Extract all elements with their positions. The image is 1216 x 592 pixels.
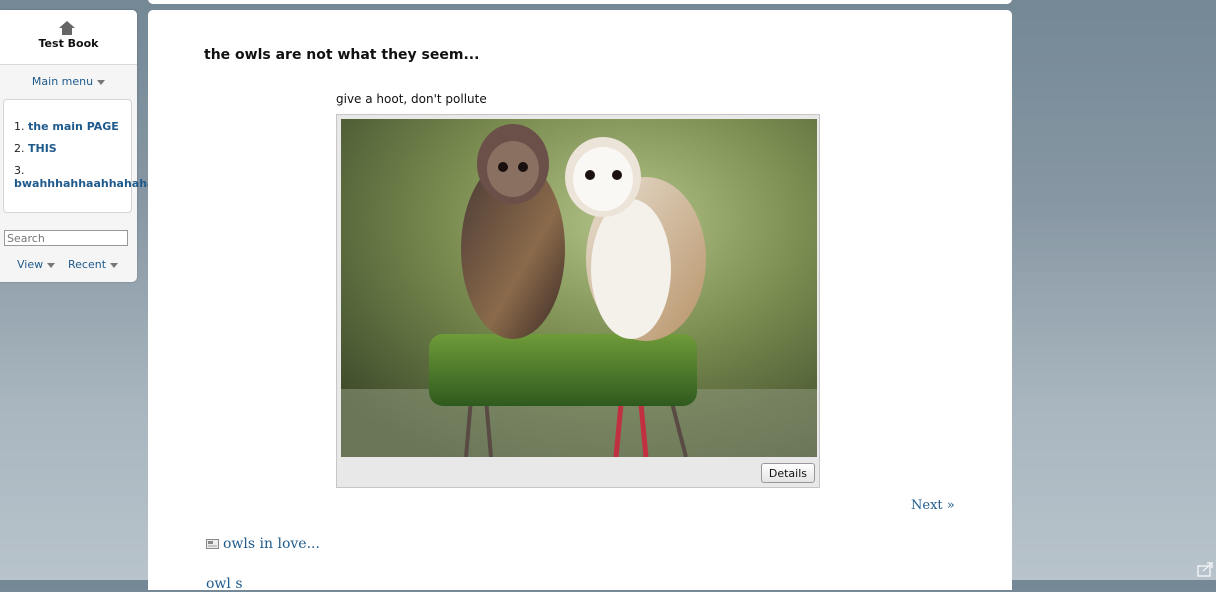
next-page-link[interactable]: Next »: [911, 498, 955, 513]
recent-menu-button[interactable]: Recent: [68, 258, 119, 271]
owl-photo[interactable]: [341, 119, 817, 457]
share-icon[interactable]: [1197, 561, 1215, 577]
sidebar: Test Book Main menu 1. the main PAGE 2. …: [0, 10, 154, 282]
chevron-down-icon: [110, 262, 119, 268]
page-title: the owls are not what they seem...: [204, 47, 480, 63]
details-button[interactable]: Details: [760, 463, 815, 483]
menu-item-this: 2. THIS: [14, 142, 154, 155]
menu-item-bwah: 3. bwahhhahhaahhahaha: [14, 164, 154, 190]
view-menu-label: View: [17, 258, 44, 271]
menu-link-bwah[interactable]: bwahhhahhaahhahaha: [14, 177, 154, 190]
related-page-link-2[interactable]: owl s: [206, 576, 243, 592]
image-caption: give a hoot, don't pollute: [336, 92, 487, 106]
top-toolbar-strip: [148, 0, 1012, 4]
main-content: the owls are not what they seem... give …: [148, 10, 1012, 592]
chevron-down-icon: [47, 262, 56, 268]
menu-item-number: 1.: [14, 120, 25, 133]
home-icon[interactable]: [59, 21, 75, 35]
book-title[interactable]: Test Book: [0, 37, 137, 50]
main-menu-label: Main menu: [31, 75, 94, 88]
chevron-down-icon: [97, 79, 106, 85]
menu-link-main-page[interactable]: the main PAGE: [28, 120, 119, 133]
related-page-label: owls in love...: [223, 536, 320, 552]
main-menu-panel: 1. the main PAGE 2. THIS 3. bwahhhahhaah…: [3, 99, 154, 213]
view-menu-button[interactable]: View: [17, 258, 56, 271]
image-frame: Details: [336, 114, 820, 488]
menu-list: 1. the main PAGE 2. THIS 3. bwahhhahhaah…: [14, 120, 154, 199]
related-page-link[interactable]: owls in love...: [206, 536, 320, 552]
menu-item-number: 2.: [14, 142, 25, 155]
menu-item-number: 3.: [14, 164, 25, 177]
book-header[interactable]: Test Book: [0, 10, 137, 65]
menu-item-main-page: 1. the main PAGE: [14, 120, 154, 133]
menu-link-this[interactable]: THIS: [28, 142, 57, 155]
recent-menu-label: Recent: [68, 258, 107, 271]
main-menu-toggle[interactable]: Main menu: [0, 75, 137, 88]
page-icon: [206, 539, 219, 549]
search-input[interactable]: [4, 230, 128, 246]
